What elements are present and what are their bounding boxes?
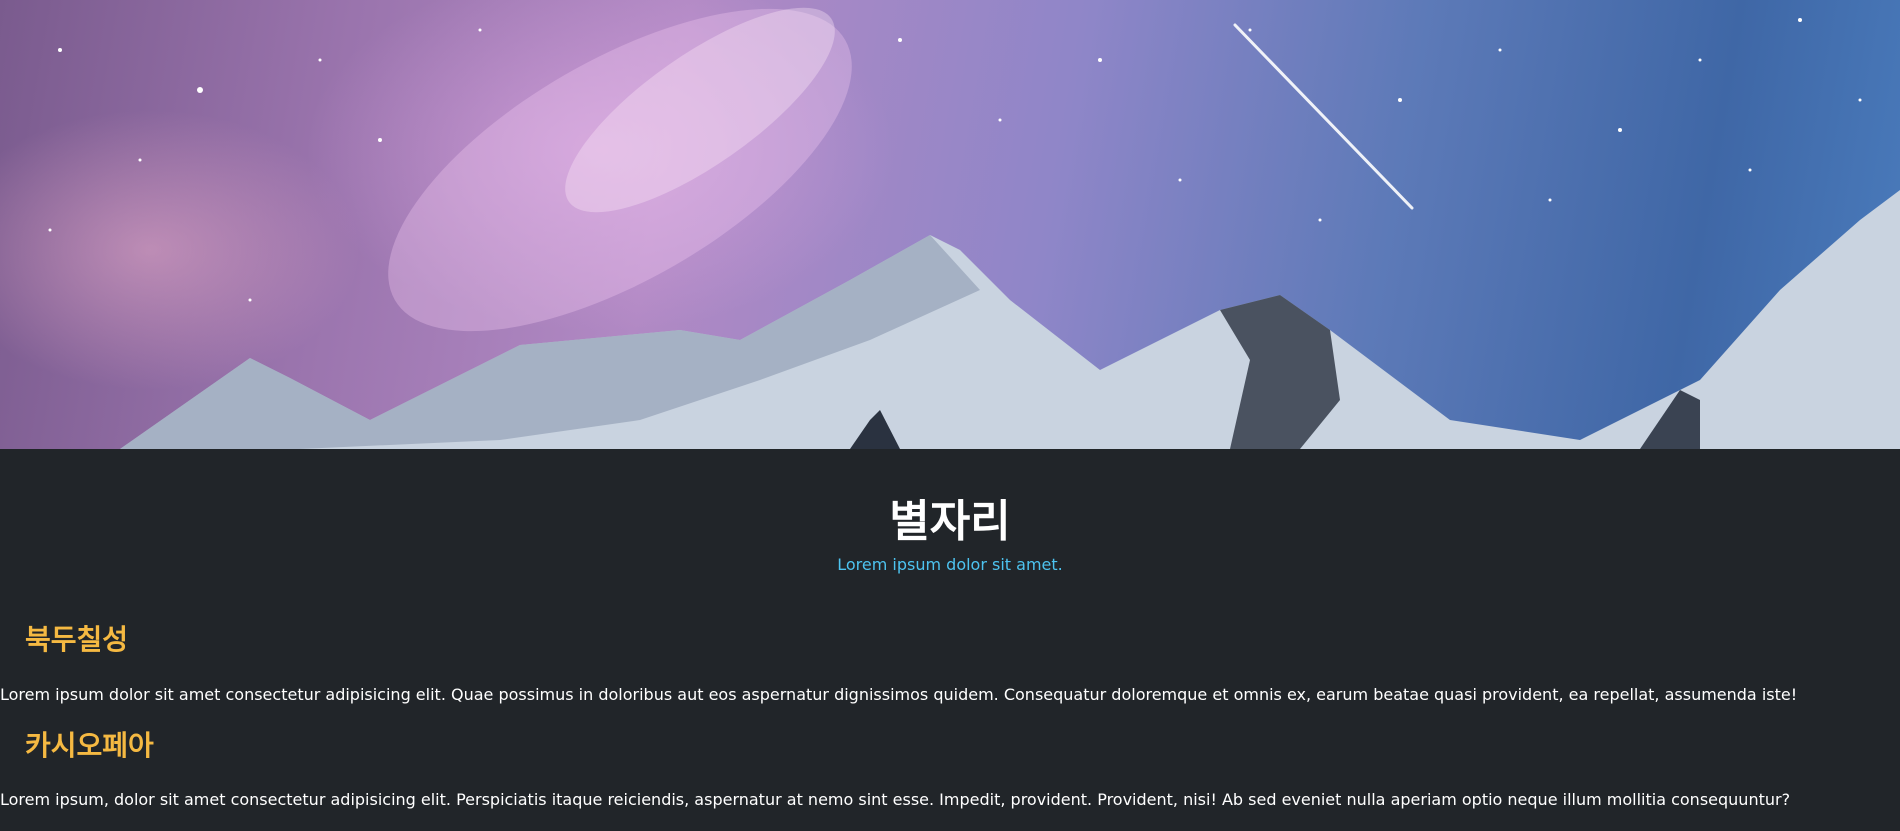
section-text-big-dipper: Lorem ipsum dolor sit amet consectetur a… (0, 685, 1798, 704)
section-heading-cassiopeia: 카시오페아 (25, 729, 154, 762)
hero-image (0, 0, 1900, 449)
shooting-star (1233, 23, 1414, 210)
page-subtitle: Lorem ipsum dolor sit amet. (837, 555, 1063, 574)
starry-mountain-image (48, 7, 1900, 449)
section-text-cassiopeia: Lorem ipsum, dolor sit amet consectetur … (0, 790, 1791, 809)
page-title: 별자리 (889, 496, 1011, 547)
mountain-range (120, 190, 1900, 449)
section-heading-big-dipper: 북두칠성 (25, 623, 129, 656)
